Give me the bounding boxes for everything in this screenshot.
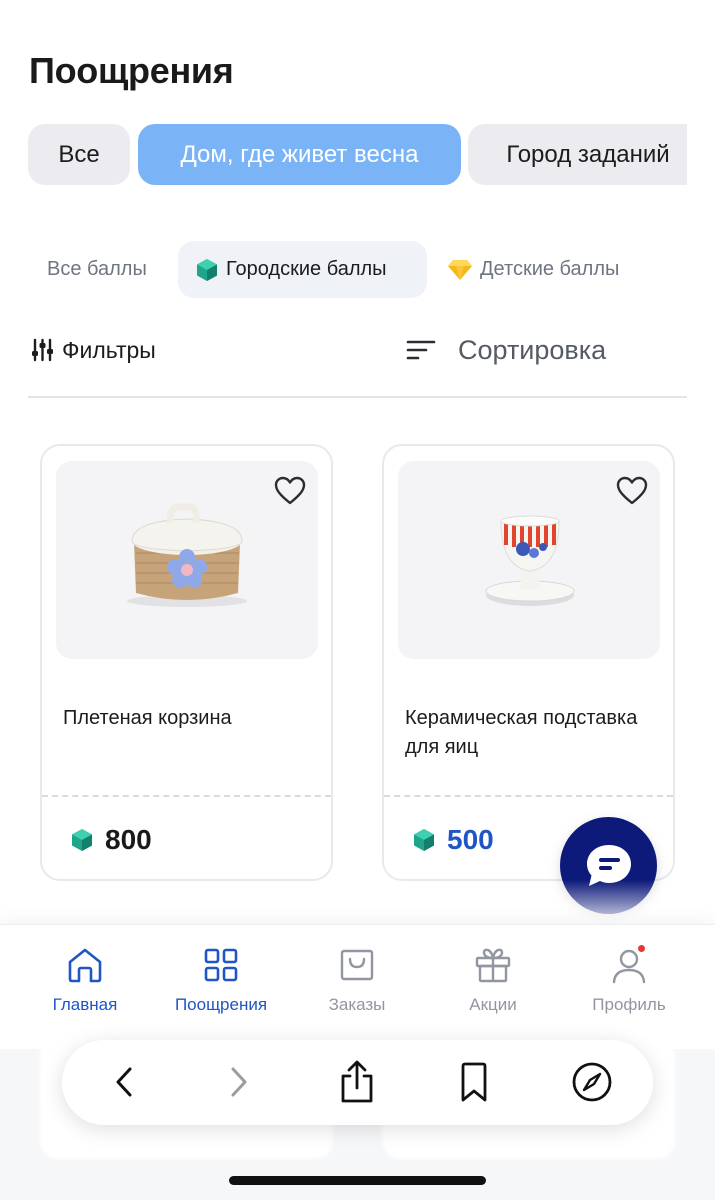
gift-icon xyxy=(475,948,511,983)
chevron-right-icon xyxy=(231,1067,247,1097)
tab-rewards[interactable]: Поощрения xyxy=(151,945,291,1015)
share-icon xyxy=(341,1060,373,1103)
toolbar-divider xyxy=(28,396,687,398)
product-price-value: 800 xyxy=(105,824,152,855)
tab-home-label: Главная xyxy=(52,995,118,1014)
yellow-diamond-icon xyxy=(448,259,472,280)
bookmarks-button[interactable] xyxy=(452,1060,496,1104)
profile-icon-wrap xyxy=(609,943,649,985)
home-icon xyxy=(68,948,102,983)
product-name: Керамическая подставка для яиц xyxy=(405,707,638,758)
forward-button[interactable] xyxy=(217,1060,261,1104)
sort-button[interactable]: Сортировка xyxy=(406,331,606,369)
favorite-heart-icon[interactable] xyxy=(274,476,306,506)
favorite-heart-icon[interactable] xyxy=(616,476,648,506)
grid-icon xyxy=(204,948,238,982)
sort-lines-icon xyxy=(406,340,436,360)
back-button[interactable] xyxy=(102,1060,146,1104)
points-all-label: Все баллы xyxy=(47,258,147,280)
filters-label: Фильтры xyxy=(62,336,156,363)
filters-button[interactable]: Фильтры xyxy=(31,331,156,369)
bookmark-icon xyxy=(461,1062,487,1102)
points-city-label: Городские баллы xyxy=(226,258,387,280)
chevron-left-icon xyxy=(116,1067,132,1097)
browser-toolbar xyxy=(62,1040,653,1125)
page-title: Поощрения xyxy=(29,50,234,91)
share-button[interactable] xyxy=(335,1060,379,1104)
tab-profile[interactable]: Профиль xyxy=(559,943,699,1015)
product-name: Плетеная корзина xyxy=(63,707,232,729)
tab-orders-label: Заказы xyxy=(328,995,386,1014)
tab-promotions-label: Акции xyxy=(469,995,517,1014)
sort-label: Сортировка xyxy=(458,334,607,365)
safari-compass-button[interactable] xyxy=(570,1060,614,1104)
tab-profile-label: Профиль xyxy=(592,995,666,1014)
points-kids-label: Детские баллы xyxy=(480,258,620,280)
card-divider xyxy=(42,795,331,797)
tab-rewards-label: Поощрения xyxy=(174,995,268,1014)
notification-dot xyxy=(636,943,647,954)
chip-all[interactable]: Все xyxy=(28,124,130,185)
points-kids[interactable]: Детские баллы xyxy=(448,241,619,298)
points-city[interactable]: Городские баллы xyxy=(178,241,427,298)
green-gem-icon xyxy=(72,829,92,851)
card-divider xyxy=(384,795,673,797)
shopping-bag-icon xyxy=(340,949,374,981)
product-price: 500 xyxy=(414,824,494,856)
green-gem-icon xyxy=(414,829,434,851)
points-all[interactable]: Все баллы xyxy=(47,241,147,298)
product-card[interactable]: Плетеная корзина 800 xyxy=(40,444,333,881)
chip-spring-home[interactable]: Дом, где живет весна xyxy=(138,124,461,185)
sliders-icon xyxy=(32,338,53,362)
product-price: 800 xyxy=(72,824,152,856)
green-gem-icon xyxy=(197,258,217,281)
home-indicator xyxy=(229,1176,486,1185)
product-card[interactable]: Керамическая подставка для яиц 500 xyxy=(382,444,675,881)
bottom-tab-bar: Главная Поощрения Заказы Акции Профиль xyxy=(0,924,715,1049)
chip-city-tasks[interactable]: Город заданий xyxy=(468,124,687,185)
tab-promotions[interactable]: Акции xyxy=(423,945,563,1015)
tab-home[interactable]: Главная xyxy=(15,945,155,1015)
tab-orders[interactable]: Заказы xyxy=(287,945,427,1015)
content-fade xyxy=(0,880,715,930)
product-price-value: 500 xyxy=(447,824,494,855)
category-chips: Все Дом, где живет весна Город заданий xyxy=(0,124,687,186)
compass-icon xyxy=(572,1062,612,1102)
